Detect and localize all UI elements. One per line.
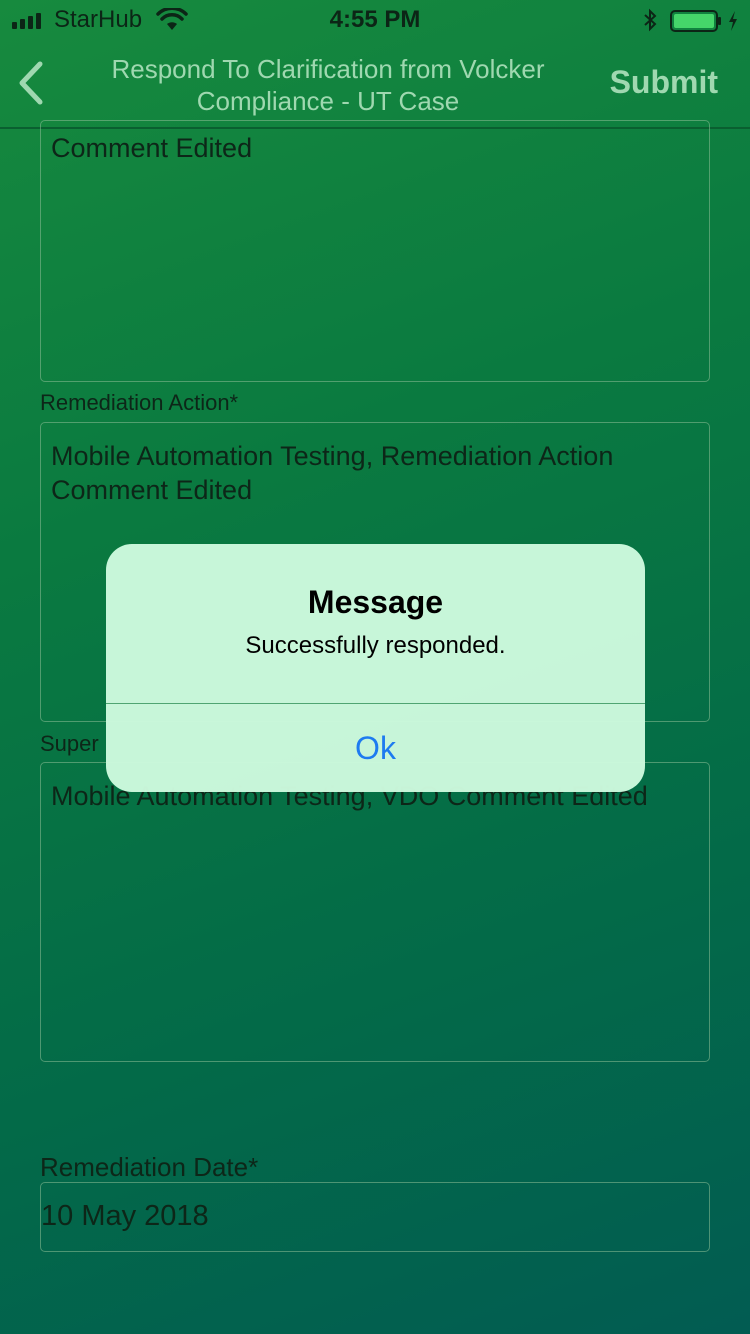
bluetooth-icon xyxy=(644,8,657,32)
message-dialog: Message Successfully responded. Ok xyxy=(106,544,645,792)
page-title: Respond To Clarification from Volcker Co… xyxy=(111,54,545,116)
status-bar: StarHub 4:55 PM xyxy=(0,0,750,40)
back-chevron-icon[interactable] xyxy=(12,58,52,108)
remediation-action-text: Mobile Automation Testing, Remediation A… xyxy=(51,441,614,505)
remediation-date-value: 10 May 2018 xyxy=(41,1200,209,1232)
supervisor-comment-textarea[interactable]: Mobile Automation Testing, VDO Comment E… xyxy=(40,762,710,1062)
comment-text: Comment Edited xyxy=(51,133,253,163)
dialog-title: Message xyxy=(307,584,444,620)
dialog-message: Successfully responded. xyxy=(245,632,506,659)
status-time: 4:55 PM xyxy=(329,6,421,33)
comment-textarea[interactable]: Comment Edited xyxy=(40,120,710,382)
remediation-date-field[interactable]: 10 May 2018 xyxy=(40,1182,710,1252)
navigation-bar: Respond To Clarification from Volcker Co… xyxy=(0,40,750,129)
submit-button[interactable]: Submit xyxy=(610,64,718,101)
supervisor-comment-label: Super xyxy=(40,731,99,756)
remediation-date-label: Remediation Date* xyxy=(40,1152,259,1182)
battery-icon xyxy=(670,10,721,32)
remediation-action-label: Remediation Action* xyxy=(40,390,239,415)
ok-button[interactable]: Ok xyxy=(106,704,645,792)
charging-bolt-icon xyxy=(729,11,737,31)
